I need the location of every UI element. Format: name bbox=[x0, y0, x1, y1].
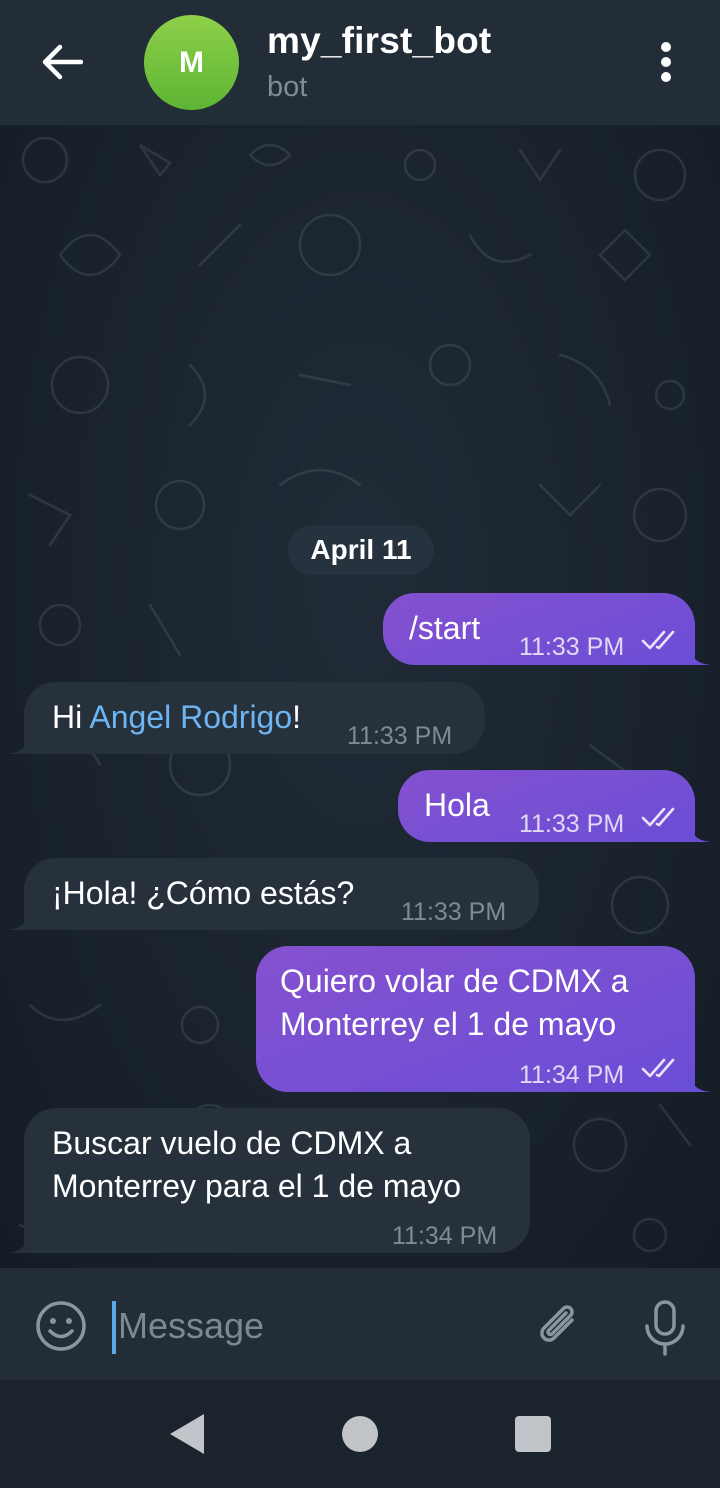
message-text: Quiero volar de CDMX a Monterrey el 1 de… bbox=[280, 963, 629, 1042]
message-text: ¡Hola! ¿Cómo estás? bbox=[52, 875, 355, 911]
message-time: 11:34 PM bbox=[392, 1222, 498, 1250]
voice-message-button[interactable] bbox=[640, 1298, 690, 1358]
message-time: 11:33 PM bbox=[347, 722, 453, 750]
chat-header: M my_first_bot bot bbox=[0, 0, 720, 125]
more-vertical-icon bbox=[661, 42, 671, 82]
nav-recents-icon[interactable] bbox=[515, 1416, 551, 1452]
text-cursor bbox=[112, 1301, 116, 1354]
date-separator: April 11 bbox=[288, 525, 434, 575]
bubble-tail bbox=[688, 1070, 710, 1092]
message-input[interactable] bbox=[118, 1296, 498, 1356]
back-button[interactable] bbox=[30, 36, 94, 88]
bubble-tail bbox=[8, 1231, 30, 1253]
message-incoming[interactable]: Buscar vuelo de CDMX a Monterrey para el… bbox=[24, 1108, 530, 1253]
menu-button[interactable] bbox=[650, 38, 682, 86]
message-text: Buscar vuelo de CDMX a Monterrey para el… bbox=[52, 1125, 462, 1204]
smiley-icon bbox=[36, 1301, 86, 1351]
message-time: 11:33 PM bbox=[519, 810, 625, 838]
message-text: Hi Angel Rodrigo! bbox=[52, 699, 302, 735]
message-incoming[interactable]: Hi Angel Rodrigo! 11:33 PM bbox=[24, 682, 485, 754]
nav-back-icon[interactable] bbox=[164, 1410, 208, 1458]
avatar[interactable]: M bbox=[144, 15, 239, 110]
double-check-icon bbox=[641, 630, 675, 650]
bubble-tail bbox=[688, 643, 710, 665]
arrow-left-icon bbox=[42, 44, 83, 80]
message-outgoing[interactable]: Hola 11:33 PM bbox=[398, 770, 695, 842]
system-navigation-bar bbox=[0, 1380, 720, 1488]
double-check-icon bbox=[641, 807, 675, 827]
bubble-tail bbox=[688, 820, 710, 842]
message-incoming[interactable]: ¡Hola! ¿Cómo estás? 11:33 PM bbox=[24, 858, 539, 930]
message-time: 11:33 PM bbox=[401, 898, 507, 926]
double-check-icon bbox=[641, 1058, 675, 1078]
nav-home-icon[interactable] bbox=[342, 1416, 378, 1452]
message-text: /start bbox=[409, 610, 481, 646]
emoji-button[interactable] bbox=[33, 1298, 89, 1354]
attach-button[interactable] bbox=[532, 1298, 588, 1354]
chat-subtitle: bot bbox=[267, 71, 308, 103]
chat-title[interactable]: my_first_bot bbox=[267, 20, 491, 62]
bubble-tail bbox=[8, 908, 30, 930]
message-outgoing[interactable]: /start 11:33 PM bbox=[383, 593, 695, 665]
message-time: 11:34 PM bbox=[519, 1061, 625, 1089]
chat-history[interactable]: April 11 /start 11:33 PM Hi Angel Rodrig… bbox=[0, 125, 720, 1268]
message-time: 11:33 PM bbox=[519, 633, 625, 661]
message-outgoing[interactable]: Quiero volar de CDMX a Monterrey el 1 de… bbox=[256, 946, 695, 1092]
bubble-tail bbox=[8, 732, 30, 754]
paperclip-icon bbox=[540, 1305, 574, 1342]
user-mention-link[interactable]: Angel Rodrigo bbox=[89, 699, 292, 735]
message-text: Hola bbox=[424, 787, 490, 823]
message-composer bbox=[0, 1268, 720, 1380]
microphone-icon bbox=[645, 1300, 685, 1356]
avatar-letter: M bbox=[179, 45, 204, 79]
